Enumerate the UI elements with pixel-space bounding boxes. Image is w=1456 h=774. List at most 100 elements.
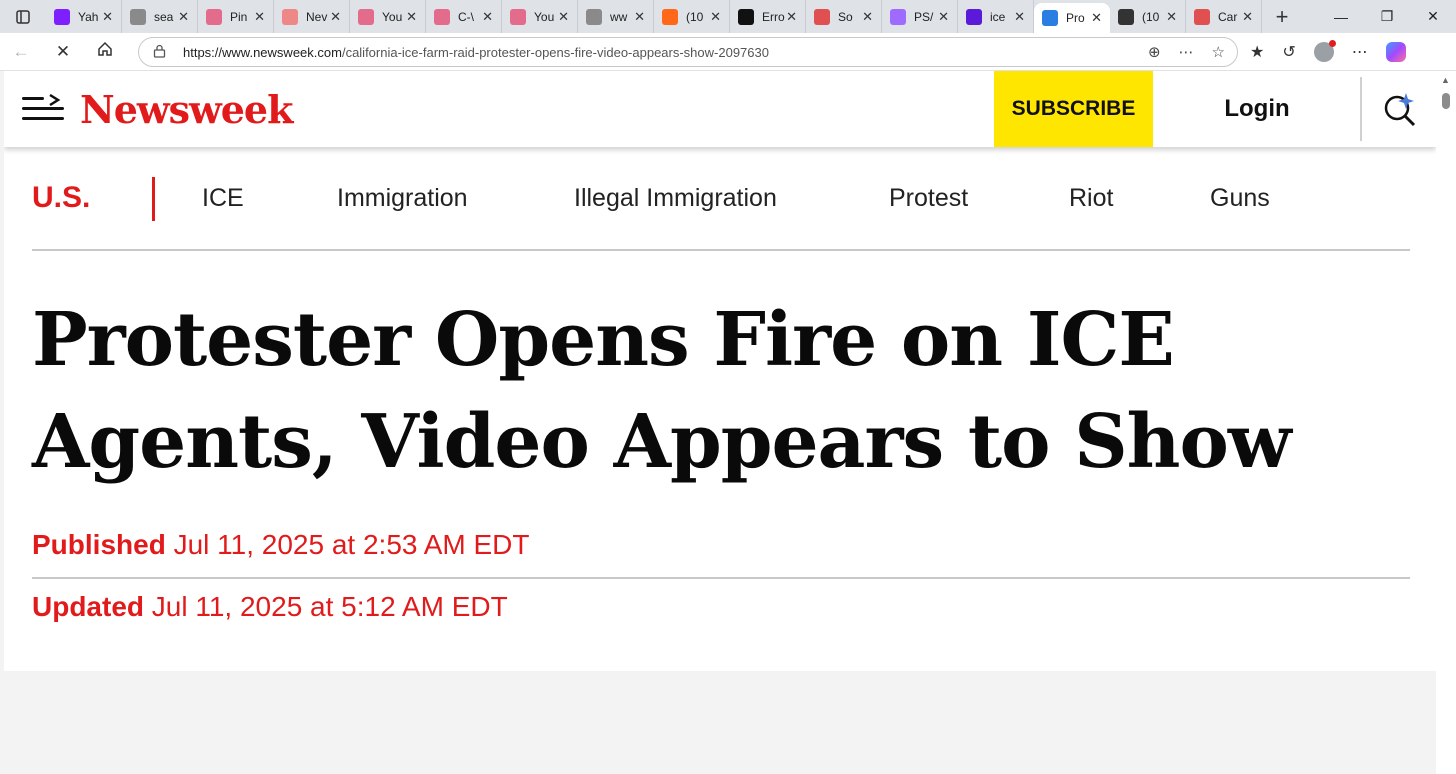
- ai-search-button[interactable]: [1382, 91, 1418, 127]
- profile-avatar[interactable]: [1313, 39, 1336, 62]
- close-tab-icon[interactable]: ✕: [710, 9, 721, 25]
- close-tab-icon[interactable]: ✕: [1014, 9, 1025, 25]
- tag-riot[interactable]: Riot: [1069, 184, 1113, 213]
- browser-tab[interactable]: (10 ✕: [654, 0, 730, 33]
- browser-tab[interactable]: ww ✕: [578, 0, 654, 33]
- browser-tab[interactable]: Pin ✕: [198, 0, 274, 33]
- tab-title: Pro: [1066, 11, 1085, 25]
- close-tab-icon[interactable]: ✕: [254, 9, 265, 25]
- newsweek-logo[interactable]: Newsweek: [80, 87, 293, 132]
- doc-icon: [586, 8, 602, 25]
- close-tab-icon[interactable]: ✕: [178, 9, 189, 25]
- scrollbar-thumb[interactable]: [1442, 93, 1450, 109]
- url-text[interactable]: https://www.newsweek.com/california-ice-…: [183, 45, 769, 60]
- tag-illegal-immigration[interactable]: Illegal Immigration: [574, 184, 777, 213]
- favorites-icon[interactable]: ★: [1250, 42, 1264, 62]
- history-icon[interactable]: ↺: [1282, 42, 1295, 62]
- substack-icon: [662, 8, 678, 25]
- browser-tab[interactable]: Erro ✕: [730, 0, 806, 33]
- browser-tab[interactable]: (10 ✕: [1110, 0, 1186, 33]
- vertical-scrollbar[interactable]: ▲: [1436, 71, 1456, 774]
- browser-tab[interactable]: C-\ ✕: [426, 0, 502, 33]
- header-divider: [1360, 77, 1362, 141]
- tag-ice[interactable]: ICE: [202, 184, 244, 213]
- close-tab-icon[interactable]: ✕: [102, 9, 113, 25]
- article-headline: Protester Opens Fire on ICE Agents, Vide…: [32, 297, 1292, 485]
- browser-tab[interactable]: ice ✕: [958, 0, 1034, 33]
- url-host: https://www.newsweek.com: [183, 44, 342, 60]
- close-tab-icon[interactable]: ✕: [938, 9, 949, 25]
- tag-guns[interactable]: Guns: [1210, 184, 1270, 213]
- home-button[interactable]: [84, 41, 126, 62]
- close-tab-icon[interactable]: ✕: [1242, 9, 1253, 25]
- updated-label: Updated: [32, 591, 144, 622]
- browser-tab[interactable]: So ✕: [806, 0, 882, 33]
- yahoo-icon: [54, 8, 70, 25]
- doc-icon: [130, 8, 146, 25]
- browser-tab[interactable]: You ✕: [350, 0, 426, 33]
- category-separator: [152, 177, 155, 221]
- tab-actions-icon: [16, 9, 30, 24]
- window-controls: — ❐ ✕: [1318, 0, 1456, 33]
- tab-strip: Yah ✕ sea ✕ Pin ✕ Nev ✕ You ✕ C-\ ✕ You ✕ ww ✕ (10 ✕ Erro ✕…: [0, 0, 1456, 33]
- site-header: Newsweek SUBSCRIBE Login: [4, 71, 1436, 147]
- close-tab-icon[interactable]: ✕: [330, 9, 341, 25]
- browser-tab[interactable]: You ✕: [502, 0, 578, 33]
- ai-search-icon: [1384, 93, 1416, 127]
- yahoo-icon: [966, 8, 982, 25]
- new-tab-button[interactable]: +: [1262, 4, 1302, 30]
- subscribe-button[interactable]: SUBSCRIBE: [994, 71, 1153, 147]
- close-tab-icon[interactable]: ✕: [862, 9, 873, 25]
- page-viewport: Newsweek SUBSCRIBE Login U.S. ICE Immigr…: [4, 71, 1436, 774]
- tag-immigration[interactable]: Immigration: [337, 184, 468, 213]
- close-window-icon[interactable]: ✕: [1410, 8, 1456, 25]
- copilot-icon[interactable]: [1385, 41, 1406, 62]
- browser-tab[interactable]: Car ✕: [1186, 0, 1262, 33]
- browser-tab[interactable]: PS/✕: [882, 0, 958, 33]
- published-date: Published Jul 11, 2025 at 2:53 AM EDT: [32, 529, 529, 561]
- minimize-icon[interactable]: —: [1318, 9, 1364, 25]
- close-tab-icon[interactable]: ✕: [634, 9, 645, 25]
- category-nav: U.S. ICE Immigration Illegal Immigration…: [32, 171, 1410, 251]
- browser-toolbar: ← ✕ https://www.newsweek.com/california-…: [0, 33, 1456, 71]
- tab-actions-button[interactable]: [0, 0, 46, 33]
- error-site-icon: [738, 8, 754, 25]
- news-icon: [282, 8, 298, 25]
- reader-mode-icon[interactable]: ⋯: [1179, 43, 1194, 61]
- scroll-up-icon[interactable]: ▲: [1441, 75, 1450, 85]
- more-menu-icon[interactable]: ⋯: [1352, 42, 1368, 62]
- browser-tab[interactable]: sea ✕: [122, 0, 198, 33]
- close-tab-icon[interactable]: ✕: [406, 9, 417, 25]
- url-path: /california-ice-farm-raid-protester-open…: [341, 44, 769, 60]
- published-label: Published: [32, 529, 166, 560]
- login-button[interactable]: Login: [1204, 71, 1310, 147]
- browser-tab[interactable]: Nev ✕: [274, 0, 350, 33]
- article-page: Newsweek SUBSCRIBE Login U.S. ICE Immigr…: [4, 71, 1436, 671]
- restore-icon[interactable]: ❐: [1364, 8, 1410, 25]
- favorite-star-icon[interactable]: ☆: [1212, 43, 1225, 61]
- browser-tab[interactable]: Yah ✕: [46, 0, 122, 33]
- loading-icon: [1042, 10, 1058, 26]
- meta-divider: [32, 577, 1410, 579]
- close-tab-icon[interactable]: ✕: [1166, 9, 1177, 25]
- home-icon: [98, 41, 112, 56]
- youtube-icon: [358, 8, 374, 25]
- category-us-link[interactable]: U.S.: [32, 181, 90, 215]
- youtube-icon: [206, 8, 222, 25]
- close-tab-icon[interactable]: ✕: [786, 9, 797, 25]
- zoom-icon[interactable]: ⊕: [1148, 43, 1161, 61]
- close-tab-icon[interactable]: ✕: [558, 9, 569, 25]
- lock-icon[interactable]: [153, 44, 183, 61]
- menu-icon[interactable]: [22, 94, 64, 123]
- yahoo-icon: [890, 8, 906, 25]
- address-bar[interactable]: https://www.newsweek.com/california-ice-…: [138, 37, 1238, 67]
- back-button[interactable]: ←: [0, 42, 42, 62]
- browser-tab[interactable]: Pro ✕: [1034, 3, 1110, 33]
- youtube-icon: [434, 8, 450, 25]
- close-tab-icon[interactable]: ✕: [1091, 10, 1102, 26]
- tag-protest[interactable]: Protest: [889, 184, 968, 213]
- stop-loading-button[interactable]: ✕: [42, 42, 84, 62]
- close-tab-icon[interactable]: ✕: [482, 9, 493, 25]
- star-site-icon: [1194, 8, 1210, 25]
- updated-date: Updated Jul 11, 2025 at 5:12 AM EDT: [32, 591, 508, 623]
